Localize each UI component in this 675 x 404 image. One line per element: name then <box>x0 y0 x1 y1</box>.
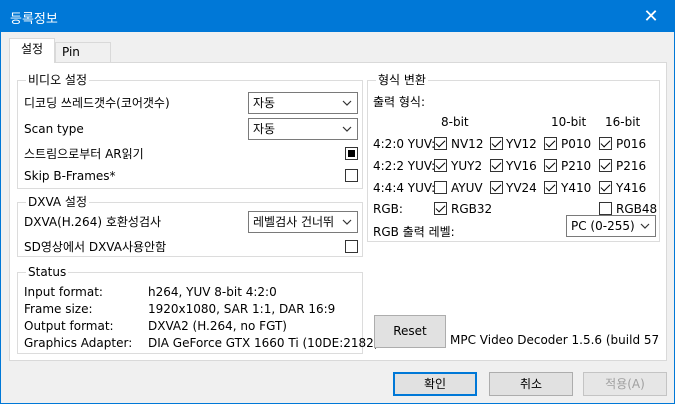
apply-button[interactable]: 적용(A) <box>583 372 667 396</box>
ar-from-stream-checkbox[interactable] <box>345 147 358 160</box>
h264-compat-value: 레벨검사 건너뛰 <box>253 215 335 229</box>
output-format-label: 출력 형식: <box>373 95 426 109</box>
close-button[interactable]: ✕ <box>628 1 674 32</box>
cancel-button[interactable]: 취소 <box>489 372 573 396</box>
frame-size-label: Frame size: <box>24 302 93 316</box>
title-bar: 등록정보 ✕ <box>1 1 674 32</box>
col-8bit-header: 8-bit <box>441 115 469 129</box>
chevron-down-icon <box>340 93 354 113</box>
close-icon: ✕ <box>643 6 659 27</box>
graphics-adapter-label: Graphics Adapter: <box>24 336 133 350</box>
scan-type-select[interactable]: 자동 <box>248 118 358 140</box>
yuv420-label: 4:2:0 YUV: <box>373 137 436 151</box>
reset-button[interactable]: Reset <box>374 315 446 348</box>
yv12-checkbox[interactable] <box>490 137 503 150</box>
decoding-threads-value: 자동 <box>253 96 276 110</box>
yv24-label: YV24 <box>506 181 537 195</box>
yuv444-label: 4:4:4 YUV: <box>373 181 436 195</box>
p016-checkbox[interactable] <box>599 137 612 150</box>
ar-from-stream-label: 스트림으로부터 AR읽기 <box>24 147 144 161</box>
version-text: MPC Video Decoder 1.5.6 (build 5797 <box>450 333 660 347</box>
rgb-level-select[interactable]: PC (0-255) <box>566 215 656 237</box>
yv16-checkbox[interactable] <box>490 159 503 172</box>
input-format-value: h264, YUV 8-bit 4:2:0 <box>148 285 277 299</box>
p210-label: P210 <box>561 159 592 173</box>
window-title: 등록정보 <box>10 12 58 27</box>
nv12-label: NV12 <box>451 137 484 151</box>
output-format-label: Output format: <box>24 319 114 333</box>
ok-button[interactable]: 확인 <box>393 372 477 396</box>
tab-pin-info[interactable]: Pin Info <box>55 42 111 78</box>
ayuv-label: AYUV <box>451 181 483 195</box>
ayuv-checkbox[interactable] <box>434 181 447 194</box>
y416-label: Y416 <box>616 181 647 195</box>
y416-checkbox[interactable] <box>599 181 612 194</box>
status-group: Status Input format: h264, YUV 8-bit 4:2… <box>17 265 379 354</box>
dxva-settings-title: DXVA 설정 <box>26 195 90 209</box>
rgb48-checkbox[interactable] <box>599 202 612 215</box>
yuv422-label: 4:2:2 YUV: <box>373 159 436 173</box>
tab-settings[interactable]: 설정 <box>9 38 55 63</box>
rgb32-label: RGB32 <box>451 202 493 216</box>
yuy2-label: YUY2 <box>451 159 483 173</box>
properties-dialog: 등록정보 ✕ 설정 Pin Info 비디오 설정 디코딩 쓰레드갯수(코어갯수… <box>0 0 675 404</box>
rgb-level-value: PC (0-255) <box>571 219 635 233</box>
col-10bit-header: 10-bit <box>551 115 587 129</box>
h264-compat-label: DXVA(H.264) 호환성검사 <box>24 215 162 229</box>
video-settings-group: 비디오 설정 디코딩 쓰레드갯수(코어갯수) 자동 Scan type 자동 스… <box>17 73 363 189</box>
input-format-label: Input format: <box>24 285 103 299</box>
chevron-down-icon <box>340 212 354 232</box>
settings-panel: 비디오 설정 디코딩 쓰레드갯수(코어갯수) 자동 Scan type 자동 스… <box>9 62 667 361</box>
yuy2-checkbox[interactable] <box>434 159 447 172</box>
frame-size-value: 1920x1080, SAR 1:1, DAR 16:9 <box>148 302 336 316</box>
sd-disable-label: SD영상에서 DXVA사용안함 <box>24 240 167 254</box>
decoding-threads-select[interactable]: 자동 <box>248 92 358 114</box>
skip-bframes-checkbox[interactable] <box>345 169 358 182</box>
dxva-settings-group: DXVA 설정 DXVA(H.264) 호환성검사 레벨검사 건너뛰 SD영상에… <box>17 195 363 257</box>
col-16bit-header: 16-bit <box>605 115 641 129</box>
p216-label: P216 <box>616 159 647 173</box>
chevron-down-icon <box>638 216 652 236</box>
p216-checkbox[interactable] <box>599 159 612 172</box>
scan-type-label: Scan type <box>24 122 84 136</box>
yv12-label: YV12 <box>506 137 537 151</box>
decoding-threads-label: 디코딩 쓰레드갯수(코어갯수) <box>24 96 170 110</box>
output-format-value: DXVA2 (H.264, no FGT) <box>148 319 287 333</box>
p016-label: P016 <box>616 137 647 151</box>
rgb32-checkbox[interactable] <box>434 202 447 215</box>
rgb48-label: RGB48 <box>616 202 658 216</box>
yv16-label: YV16 <box>506 159 537 173</box>
y410-checkbox[interactable] <box>544 181 557 194</box>
skip-bframes-label: Skip B-Frames* <box>24 169 116 183</box>
y410-label: Y410 <box>561 181 592 195</box>
rgb-level-label: RGB 출력 레벨: <box>373 225 455 239</box>
status-title: Status <box>26 265 69 279</box>
yv24-checkbox[interactable] <box>490 181 503 194</box>
format-conversion-title: 형식 변환 <box>376 73 428 87</box>
chevron-down-icon <box>340 119 354 139</box>
scan-type-value: 자동 <box>253 122 276 136</box>
p010-checkbox[interactable] <box>544 137 557 150</box>
graphics-adapter-value: DIA GeForce GTX 1660 Ti (10DE:2182) <box>148 336 379 350</box>
h264-compat-select[interactable]: 레벨검사 건너뛰 <box>248 211 358 233</box>
video-settings-title: 비디오 설정 <box>26 73 90 87</box>
p010-label: P010 <box>561 137 592 151</box>
rgb-label: RGB: <box>373 202 403 216</box>
p210-checkbox[interactable] <box>544 159 557 172</box>
sd-disable-checkbox[interactable] <box>345 240 358 253</box>
nv12-checkbox[interactable] <box>434 137 447 150</box>
